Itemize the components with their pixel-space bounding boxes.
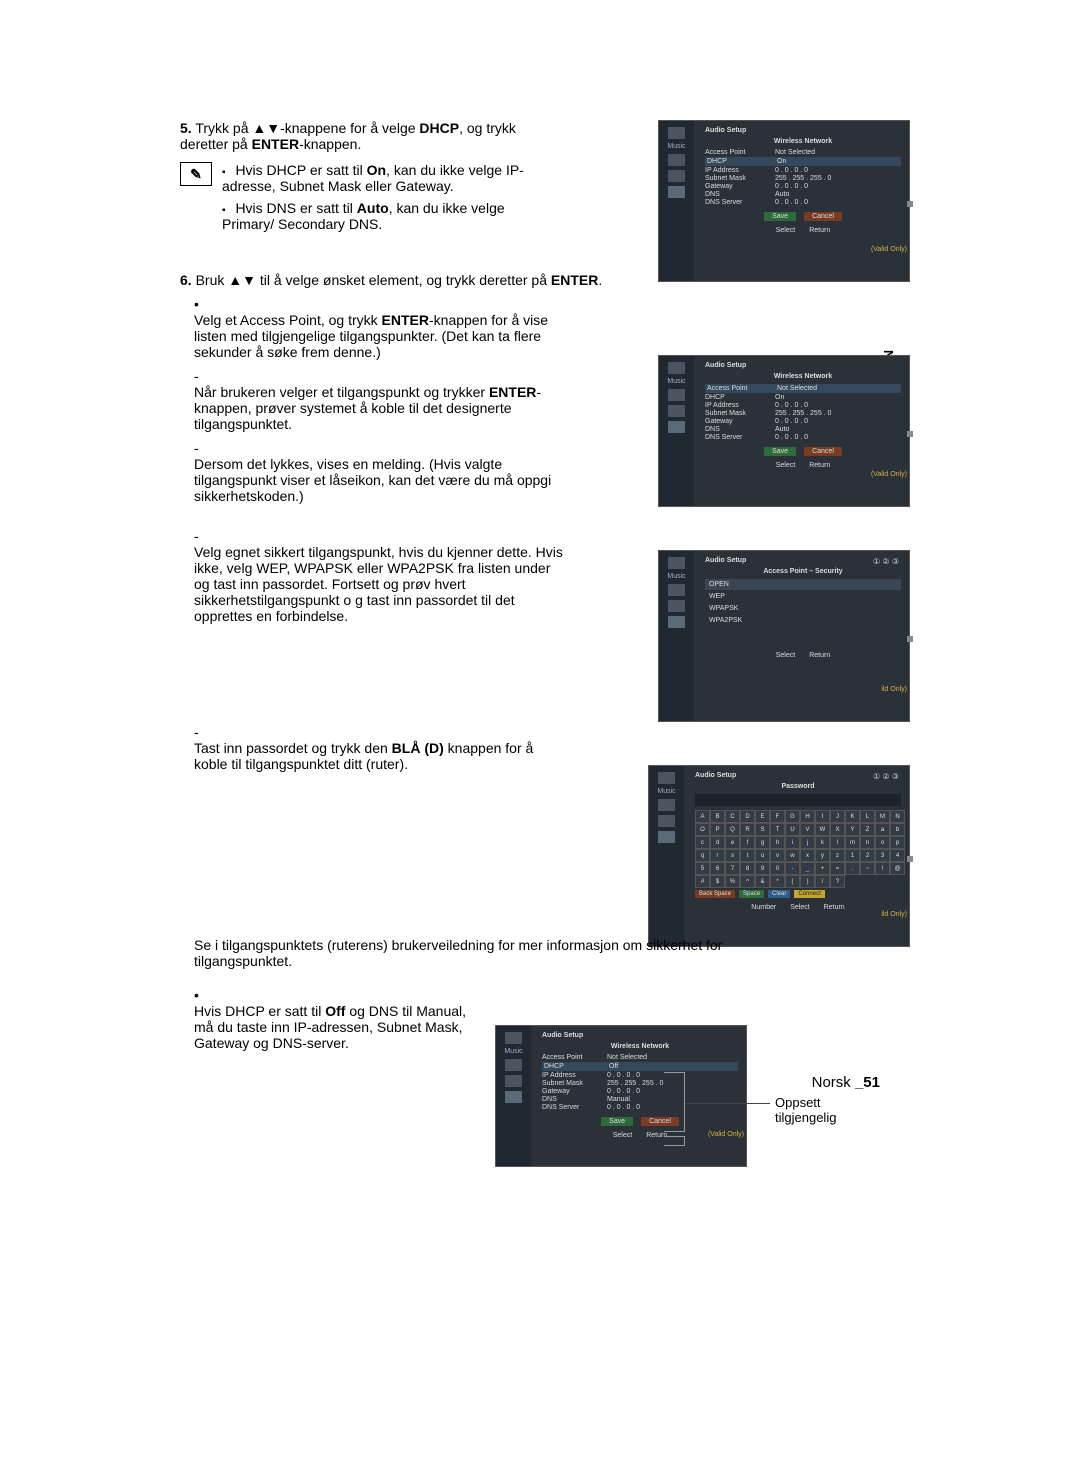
scroll-indicator <box>907 431 913 437</box>
manual-page: NETTVERKSOPPSETT 5. Trykk på ▲▼-knappene… <box>0 0 1080 1151</box>
table-row: DNSManual <box>542 1096 738 1103</box>
osd-subtitle: Wireless Network <box>705 138 901 145</box>
step-6-bullets: Velg et Access Point, og trykk ENTER-kna… <box>194 296 880 1051</box>
side-icon <box>668 154 685 166</box>
step-6-block: 6. Bruk ▲▼ til å velge ønsket element, o… <box>180 272 880 1051</box>
step-6-lead: 6. Bruk ▲▼ til å velge ønsket element, o… <box>180 272 780 288</box>
save-button: Save <box>601 1117 633 1126</box>
valid-hint: (Valid Only) <box>708 1131 744 1138</box>
bracket-icon <box>664 1136 685 1146</box>
return-hint: Return <box>809 227 830 234</box>
table-row: DHCPOff <box>542 1062 738 1071</box>
save-button: Save <box>764 212 796 221</box>
osd-title: Audio Setup <box>705 127 901 134</box>
select-hint: Select <box>613 1132 632 1139</box>
table-row: DNSAuto <box>705 191 901 198</box>
bracket-icon <box>664 1072 685 1132</box>
table-row: IP Address0 . 0 . 0 . 0 <box>542 1072 738 1079</box>
step-5-block: 5. Trykk på ▲▼-knappene for å velge DHCP… <box>180 120 880 232</box>
scroll-indicator <box>907 636 913 642</box>
list-item: Velg egnet sikkert tilgangspunkt, hvis d… <box>194 528 880 624</box>
note-item-1: ▪ Hvis DHCP er satt til On, kan du ikke … <box>222 162 552 194</box>
list-item: Hvis DHCP er satt til Off og DNS til Man… <box>194 987 880 1051</box>
list-item: Når brukeren velger et tilgangspunkt og … <box>194 368 880 432</box>
select-hint: Select <box>776 227 795 234</box>
router-note: Se i tilgangspunktets (ruterens) brukerv… <box>194 937 784 969</box>
list-item: Dersom det lykkes, vises en melding. (Hv… <box>194 440 880 504</box>
cancel-button: Cancel <box>804 212 842 221</box>
osd-sidebar: Music <box>659 121 694 281</box>
side-icon <box>668 170 685 182</box>
side-icon <box>505 1091 522 1103</box>
screenshot-wireless-on: Music Audio Setup Wireless Network Acces… <box>658 120 910 282</box>
bullet-icon: ▪ <box>222 167 226 178</box>
table-row: DHCPOn <box>705 157 901 166</box>
scroll-indicator <box>907 856 913 862</box>
note-icon: ✎ <box>180 162 212 186</box>
valid-hint: (Valid Only) <box>871 246 907 253</box>
side-icon <box>505 1059 522 1071</box>
table-row: Access PointNot Selected <box>705 149 901 156</box>
side-icon <box>505 1075 522 1087</box>
page-footer: Norsk _51 <box>812 1074 880 1091</box>
step-5-text: 5. Trykk på ▲▼-knappene for å velge DHCP… <box>180 120 550 152</box>
table-row: Subnet Mask255 . 255 . 255 . 0 <box>542 1080 738 1087</box>
list-item: Velg et Access Point, og trykk ENTER-kna… <box>194 296 880 969</box>
valid-hint: ild Only) <box>881 686 907 693</box>
callout-line <box>685 1103 770 1104</box>
list-item: Tast inn passordet og trykk den BLÅ (D) … <box>194 724 880 772</box>
table-row: Access PointNot Selected <box>542 1054 738 1061</box>
callout-text: Oppsett tilgjengelig <box>775 1095 880 1125</box>
table-row: DNS Server0 . 0 . 0 . 0 <box>705 199 901 206</box>
table-row: Subnet Mask255 . 255 . 255 . 0 <box>705 175 901 182</box>
valid-hint: ild Only) <box>881 911 907 918</box>
side-icon <box>668 127 685 139</box>
table-row: Gateway0 . 0 . 0 . 0 <box>705 183 901 190</box>
bullet-icon: ▪ <box>222 205 226 216</box>
table-row: IP Address0 . 0 . 0 . 0 <box>705 167 901 174</box>
side-icon <box>668 186 685 198</box>
menu-label: Music <box>667 143 685 150</box>
dash-list: Når brukeren velger et tilgangspunkt og … <box>194 368 880 772</box>
table-row: Gateway0 . 0 . 0 . 0 <box>542 1088 738 1095</box>
note-item-2: ▪ Hvis DNS er satt til Auto, kan du ikke… <box>222 200 552 232</box>
step-6-num: 6. <box>180 272 192 288</box>
step-5-num: 5. <box>180 120 192 136</box>
table-row: DNS Server0 . 0 . 0 . 0 <box>542 1104 738 1111</box>
scroll-indicator <box>907 201 913 207</box>
